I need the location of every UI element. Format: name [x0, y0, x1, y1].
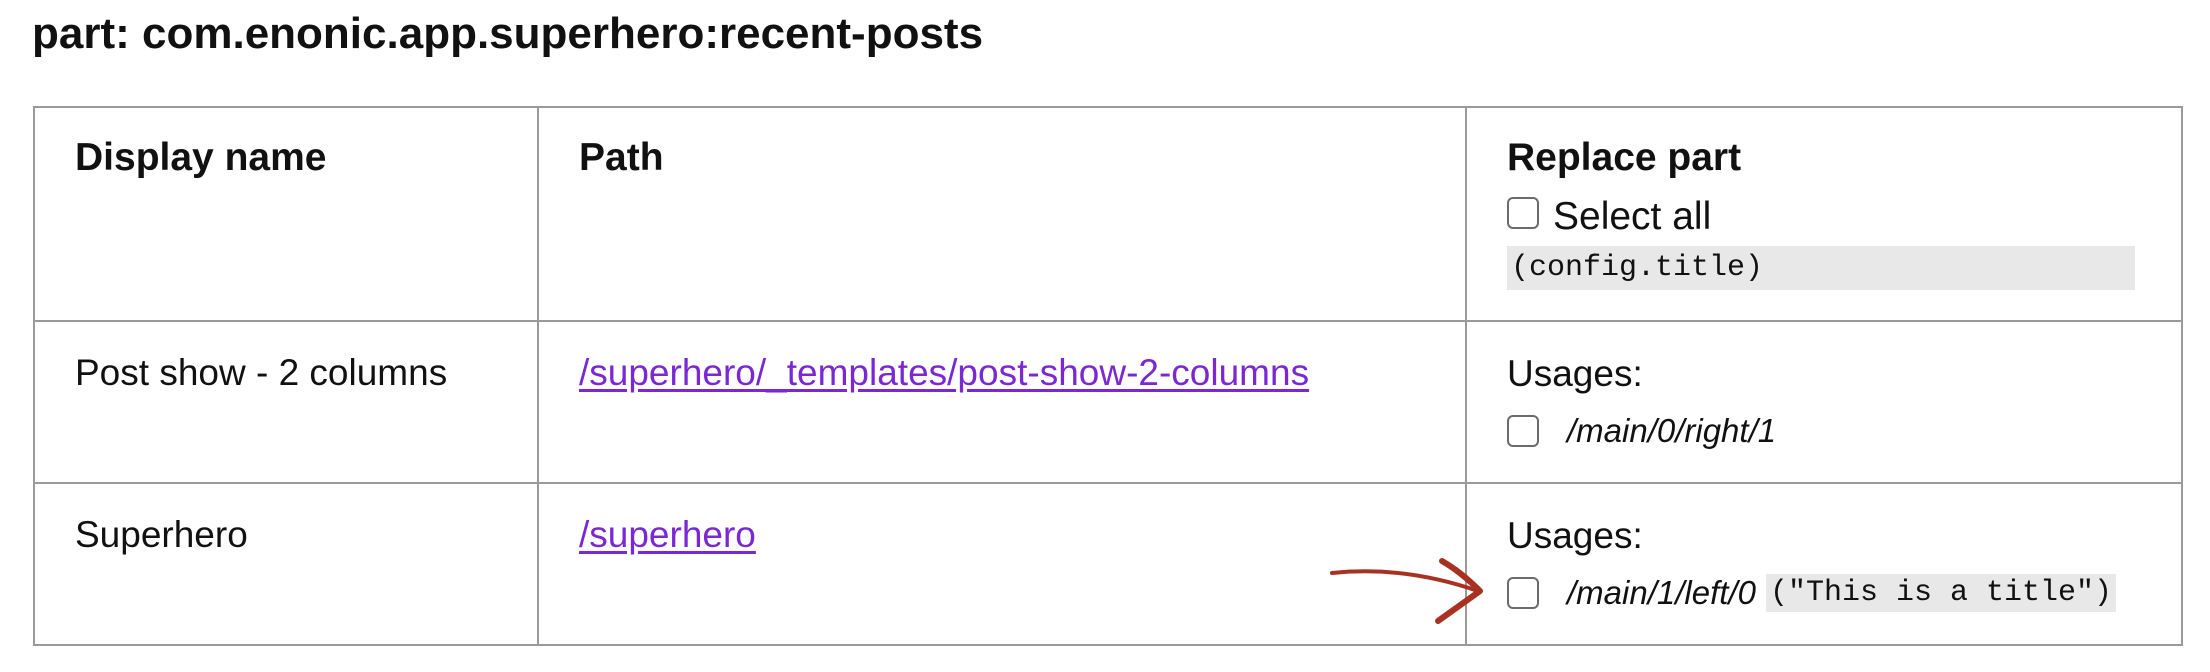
usage-config-value: ("This is a title"): [1765, 574, 2116, 612]
usage-item[interactable]: /main/0/right/1: [1507, 412, 2141, 450]
select-all-checkbox[interactable]: [1507, 197, 1539, 229]
table-row: Superhero /superhero Usages: /main/1/lef…: [33, 482, 2183, 646]
config-key: (config.title): [1507, 246, 2135, 290]
row-path-link[interactable]: /superhero: [579, 514, 756, 555]
row-path-cell: /superhero/_templates/post-show-2-column…: [537, 320, 1467, 484]
row-display-name: Post show - 2 columns: [33, 320, 539, 484]
select-all-control[interactable]: Select all: [1507, 194, 2141, 240]
hand-drawn-arrow-icon: [1330, 558, 1483, 624]
part-usage-table: Display name Path Replace part Select al…: [33, 106, 2183, 646]
usage-path: /main/1/left/0: [1567, 574, 1756, 611]
usage-path: /main/0/right/1: [1567, 412, 1777, 449]
usage-checkbox[interactable]: [1507, 577, 1539, 609]
select-all-label[interactable]: Select all: [1553, 194, 1711, 240]
row-display-name: Superhero: [33, 482, 539, 646]
page: part: com.enonic.app.superhero:recent-po…: [0, 0, 2210, 672]
row-path-cell: /superhero: [537, 482, 1467, 646]
usage-item[interactable]: /main/1/left/0 ("This is a title"): [1507, 574, 2141, 612]
usages-label: Usages:: [1507, 515, 1643, 556]
table-header-row: Display name Path Replace part Select al…: [33, 106, 2183, 322]
header-path: Path: [537, 106, 1467, 322]
row-usages-cell: Usages: /main/1/left/0 ("This is a title…: [1465, 482, 2183, 646]
usage-checkbox[interactable]: [1507, 415, 1539, 447]
page-title: part: com.enonic.app.superhero:recent-po…: [32, 9, 984, 58]
table-row: Post show - 2 columns /superhero/_templa…: [33, 320, 2183, 484]
header-replace-part-label: Replace part: [1507, 136, 1742, 179]
usages-label: Usages:: [1507, 353, 1643, 394]
header-display-name: Display name: [33, 106, 539, 322]
header-replace-part: Replace part Select all (config.title): [1465, 106, 2183, 322]
row-usages-cell: Usages: /main/0/right/1: [1465, 320, 2183, 484]
row-path-link[interactable]: /superhero/_templates/post-show-2-column…: [579, 352, 1309, 393]
